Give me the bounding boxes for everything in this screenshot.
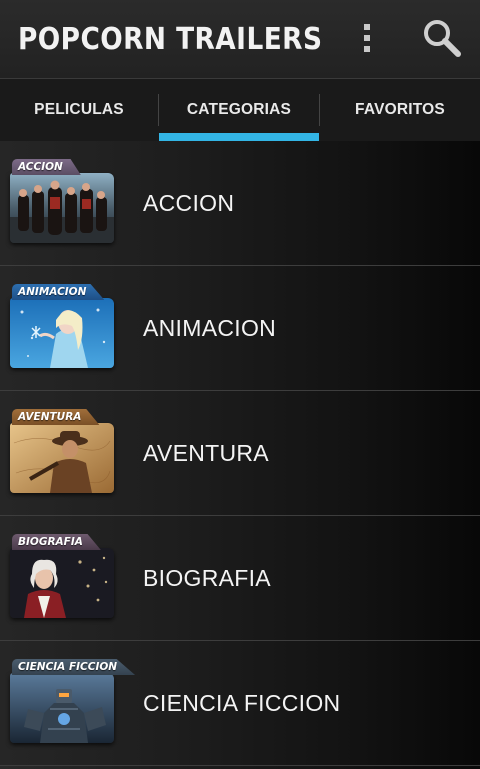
- tab-favoritos[interactable]: FAVORITOS: [320, 79, 480, 141]
- folder-tab-label: ANIMACION: [12, 284, 105, 300]
- list-divider: [0, 765, 480, 766]
- folder-icon: ANIMACION: [10, 284, 114, 370]
- category-item-ciencia-ficcion[interactable]: CIENCIA FICCION CIENCIA FICCION: [0, 641, 480, 765]
- category-item-biografia[interactable]: BIOGRAFIA BIOGRAFIA: [0, 516, 480, 640]
- category-item-animacion[interactable]: ANIMACION ANIMACION: [0, 266, 480, 390]
- folder-icon: AVENTURA: [10, 409, 114, 495]
- folder-thumbnail-biografia: [10, 548, 114, 618]
- action-bar: POPCORN TRAILERS: [0, 0, 480, 79]
- folder-tab-label: BIOGRAFIA: [12, 534, 101, 550]
- category-item-accion[interactable]: ACCION ACCION: [0, 141, 480, 265]
- category-label: ACCION: [143, 189, 235, 216]
- more-vertical-icon[interactable]: [354, 20, 380, 56]
- category-label: ANIMACION: [143, 314, 277, 341]
- folder-tab-label: CIENCIA FICCION: [12, 659, 136, 675]
- category-item-aventura[interactable]: AVENTURA AVENTURA: [0, 391, 480, 515]
- search-icon[interactable]: [420, 16, 464, 60]
- folder-icon: ACCION: [10, 159, 114, 245]
- folder-thumbnail-accion: [10, 173, 114, 243]
- folder-tab-label: ACCION: [12, 159, 81, 175]
- tab-peliculas[interactable]: PELICULAS: [0, 79, 158, 141]
- folder-thumbnail-aventura: [10, 423, 114, 493]
- category-label: BIOGRAFIA: [143, 564, 271, 591]
- folder-thumbnail-animacion: [10, 298, 114, 368]
- tab-bar: PELICULAS CATEGORIAS FAVORITOS: [0, 79, 480, 141]
- folder-icon: BIOGRAFIA: [10, 534, 114, 620]
- folder-tab-label: AVENTURA: [12, 409, 100, 425]
- app-root: POPCORN TRAILERS PELICULAS CATEGORIAS FA…: [0, 0, 480, 769]
- category-label: CIENCIA FICCION: [143, 689, 341, 716]
- app-title: POPCORN TRAILERS: [18, 22, 323, 57]
- folder-thumbnail-ciencia-ficcion: [10, 673, 114, 743]
- category-label: AVENTURA: [143, 439, 269, 466]
- selected-tab-indicator: [159, 133, 319, 141]
- tab-categorias[interactable]: CATEGORIAS: [159, 79, 319, 141]
- category-list: ACCION ACCION ANIMACION ANIMACION AVENTU…: [0, 141, 480, 769]
- folder-icon: CIENCIA FICCION: [10, 659, 136, 745]
